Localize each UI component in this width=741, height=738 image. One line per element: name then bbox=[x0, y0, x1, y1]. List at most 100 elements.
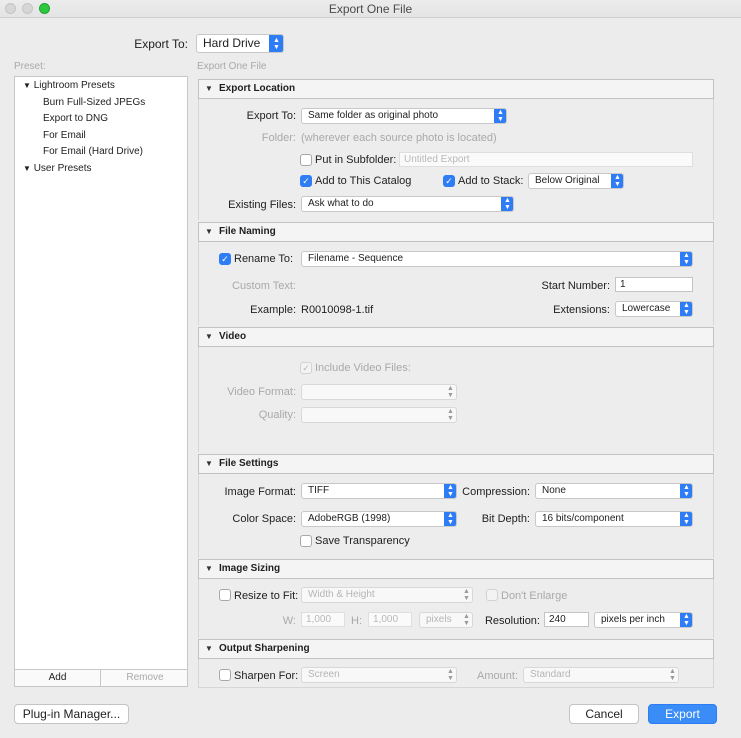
rename-checkbox[interactable]: ✓ bbox=[219, 253, 231, 265]
video-format-select[interactable]: ▲ ▼ bbox=[301, 384, 457, 400]
chevron-updown-icon: ▲ ▼ bbox=[494, 109, 506, 123]
dont-enlarge-checkbox[interactable] bbox=[486, 589, 498, 601]
section-title: Image Sizing bbox=[219, 563, 281, 574]
video-quality-select[interactable]: ▲ ▼ bbox=[301, 407, 457, 423]
extensions-select[interactable]: Lowercase ▲ ▼ bbox=[615, 301, 693, 317]
preset-item[interactable]: Export to DNG bbox=[43, 113, 108, 124]
disclosure-triangle-icon[interactable]: ▼ bbox=[23, 81, 31, 90]
chevron-updown-icon: ▲ ▼ bbox=[447, 408, 454, 422]
add-preset-button[interactable]: Add bbox=[15, 670, 101, 686]
include-video-checkbox[interactable]: ✓ bbox=[300, 362, 312, 374]
rename-template-select[interactable]: Filename - Sequence ▲ ▼ bbox=[301, 251, 693, 267]
section-output-sharpening[interactable]: ▼ Output Sharpening bbox=[198, 639, 714, 659]
stack-position-select[interactable]: Below Original ▲ ▼ bbox=[528, 173, 624, 189]
save-transparency-checkbox[interactable] bbox=[300, 535, 312, 547]
preset-buttons-bar: Add Remove bbox=[14, 670, 188, 687]
compression-value: None bbox=[542, 485, 566, 496]
disclosure-triangle-icon[interactable]: ▼ bbox=[23, 164, 31, 173]
rename-label: Rename To: bbox=[234, 253, 294, 265]
section-video[interactable]: ▼ Video bbox=[198, 327, 714, 347]
size-units-select[interactable]: pixels ▲ ▼ bbox=[419, 612, 473, 628]
resize-checkbox[interactable] bbox=[219, 589, 231, 601]
subfolder-checkbox[interactable] bbox=[300, 154, 312, 166]
image-format-select[interactable]: TIFF ▲ ▼ bbox=[301, 483, 457, 499]
disclosure-triangle-icon[interactable]: ▼ bbox=[205, 640, 213, 658]
section-export-location[interactable]: ▼ Export Location bbox=[198, 79, 714, 99]
resolution-units-select[interactable]: pixels per inch ▲ ▼ bbox=[594, 612, 693, 628]
disclosure-triangle-icon[interactable]: ▼ bbox=[205, 328, 213, 346]
preset-label: Preset: bbox=[14, 61, 46, 72]
image-format-value: TIFF bbox=[308, 485, 330, 496]
preset-item[interactable]: For Email (Hard Drive) bbox=[43, 146, 143, 157]
chevron-updown-icon: ▲ ▼ bbox=[447, 385, 454, 399]
chevron-updown-icon: ▲ ▼ bbox=[669, 668, 676, 682]
export-to-top-select[interactable]: Hard Drive ▲ ▼ bbox=[196, 34, 284, 53]
color-space-select[interactable]: AdobeRGB (1998) ▲ ▼ bbox=[301, 511, 457, 527]
existing-files-select[interactable]: Ask what to do ▲ ▼ bbox=[301, 196, 514, 212]
remove-preset-button[interactable]: Remove bbox=[102, 670, 188, 686]
image-format-label: Image Format: bbox=[224, 486, 296, 498]
chevron-updown-icon: ▲ ▼ bbox=[680, 252, 692, 266]
section-file-settings[interactable]: ▼ File Settings bbox=[198, 454, 714, 474]
chevron-updown-icon: ▲ ▼ bbox=[680, 302, 692, 316]
section-title: Output Sharpening bbox=[219, 643, 310, 654]
chevron-updown-icon: ▲ ▼ bbox=[680, 512, 692, 526]
bit-depth-label: Bit Depth: bbox=[481, 513, 530, 525]
disclosure-triangle-icon[interactable]: ▼ bbox=[205, 80, 213, 98]
video-format-label: Video Format: bbox=[227, 386, 296, 398]
amount-label: Amount: bbox=[477, 670, 518, 682]
chevron-updown-icon: ▲ ▼ bbox=[269, 35, 283, 52]
height-label: H: bbox=[351, 615, 362, 627]
disclosure-triangle-icon[interactable]: ▼ bbox=[205, 560, 213, 578]
bit-depth-value: 16 bits/component bbox=[542, 513, 624, 524]
extensions-label: Extensions: bbox=[553, 304, 610, 316]
color-space-label: Color Space: bbox=[232, 513, 296, 525]
resize-mode-select[interactable]: Width & Height ▲ ▼ bbox=[301, 587, 473, 603]
sharpen-for-select[interactable]: Screen ▲ ▼ bbox=[301, 667, 457, 683]
video-body bbox=[198, 347, 714, 452]
bit-depth-select[interactable]: 16 bits/component ▲ ▼ bbox=[535, 511, 693, 527]
add-catalog-label: Add to This Catalog bbox=[315, 175, 412, 187]
section-title: File Naming bbox=[219, 226, 276, 237]
export-to-select[interactable]: Same folder as original photo ▲ ▼ bbox=[301, 108, 507, 124]
current-preset-title: Export One File bbox=[197, 61, 267, 72]
compression-select[interactable]: None ▲ ▼ bbox=[535, 483, 693, 499]
disclosure-triangle-icon[interactable]: ▼ bbox=[205, 455, 213, 473]
export-button[interactable]: Export bbox=[648, 704, 717, 724]
preset-group-user[interactable]: ▼ User Presets bbox=[23, 163, 92, 174]
start-number-label: Start Number: bbox=[541, 280, 610, 292]
preset-item[interactable]: Burn Full-Sized JPEGs bbox=[43, 97, 145, 108]
resolution-input[interactable]: 240 bbox=[544, 612, 589, 627]
export-to-top-value: Hard Drive bbox=[203, 36, 261, 50]
sharpen-checkbox[interactable] bbox=[219, 669, 231, 681]
sharpen-for-value: Screen bbox=[308, 669, 340, 680]
amount-select[interactable]: Standard ▲ ▼ bbox=[523, 667, 679, 683]
section-image-sizing[interactable]: ▼ Image Sizing bbox=[198, 559, 714, 579]
export-to-value: Same folder as original photo bbox=[308, 110, 439, 121]
color-space-value: AdobeRGB (1998) bbox=[308, 513, 391, 524]
cancel-button[interactable]: Cancel bbox=[569, 704, 639, 724]
width-input[interactable]: 1,000 bbox=[301, 612, 345, 627]
chevron-updown-icon: ▲ ▼ bbox=[463, 588, 470, 602]
example-value: R0010098-1.tif bbox=[301, 304, 374, 316]
preset-group-lightroom[interactable]: ▼ Lightroom Presets bbox=[23, 80, 115, 91]
subfolder-input[interactable]: Untitled Export bbox=[399, 152, 693, 167]
resolution-units-value: pixels per inch bbox=[601, 614, 665, 625]
extensions-value: Lowercase bbox=[622, 303, 671, 314]
height-input[interactable]: 1,000 bbox=[368, 612, 412, 627]
plugin-manager-button[interactable]: Plug-in Manager... bbox=[14, 704, 129, 724]
existing-files-label: Existing Files: bbox=[228, 199, 296, 211]
section-title: File Settings bbox=[219, 458, 279, 469]
amount-value: Standard bbox=[530, 669, 571, 680]
width-label: W: bbox=[282, 615, 296, 627]
section-file-naming[interactable]: ▼ File Naming bbox=[198, 222, 714, 242]
chevron-updown-icon: ▲ ▼ bbox=[680, 613, 692, 627]
add-catalog-checkbox[interactable]: ✓ bbox=[300, 175, 312, 187]
folder-value: (wherever each source photo is located) bbox=[301, 132, 497, 144]
start-number-input[interactable]: 1 bbox=[615, 277, 693, 292]
disclosure-triangle-icon[interactable]: ▼ bbox=[205, 223, 213, 241]
resize-label: Resize to Fit: bbox=[234, 590, 299, 602]
add-stack-checkbox[interactable]: ✓ bbox=[443, 175, 455, 187]
preset-item[interactable]: For Email bbox=[43, 130, 86, 141]
example-label: Example: bbox=[250, 304, 296, 316]
